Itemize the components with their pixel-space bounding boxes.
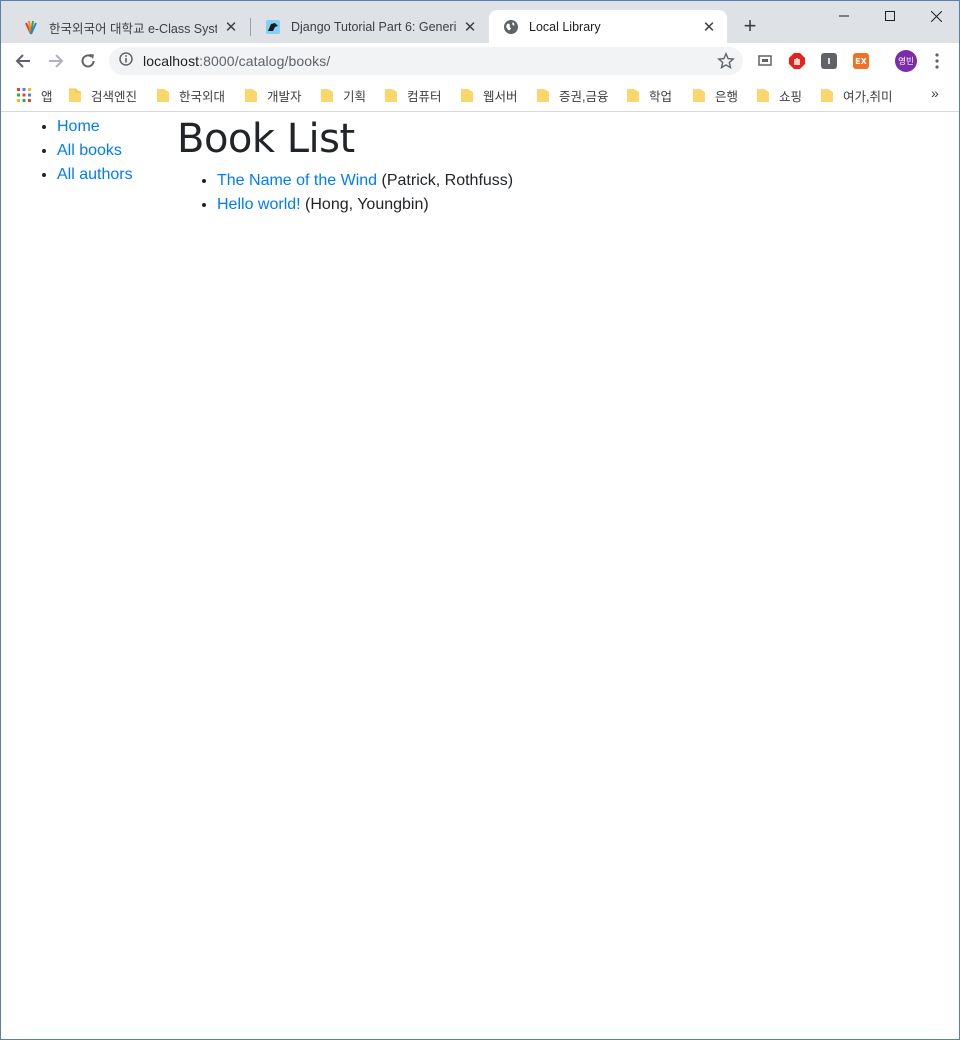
instapaper-icon[interactable]: I: [821, 53, 837, 69]
folder-icon: [385, 89, 397, 102]
bookmark-folder[interactable]: 컴퓨터: [385, 85, 442, 105]
page-title: Book List: [177, 116, 355, 162]
bookmark-folder[interactable]: 쇼핑: [757, 85, 802, 105]
book-author: (Patrick, Rothfuss): [381, 172, 514, 189]
folder-icon: [537, 89, 549, 102]
close-icon[interactable]: ✕: [701, 19, 717, 36]
tab-django-tutorial[interactable]: Django Tutorial Part 6: Generic l ✕: [251, 10, 488, 44]
all-books-link[interactable]: All books: [57, 142, 122, 159]
sidebar-item-all-authors: All authors: [57, 163, 133, 187]
page-content: Home All books All authors Book List The…: [1, 112, 959, 1039]
book-list: The Name of the Wind (Patrick, Rothfuss)…: [197, 169, 513, 217]
list-item: Hello world! (Hong, Youngbin): [217, 193, 513, 217]
menu-dots-icon[interactable]: [929, 51, 945, 71]
reload-icon[interactable]: [74, 47, 102, 75]
folder-icon: [627, 89, 639, 102]
all-authors-link[interactable]: All authors: [57, 166, 133, 183]
book-title-link[interactable]: The Name of the Wind: [217, 172, 377, 189]
browser-toolbar: localhost:8000/catalog/books/ I EX 영빈: [1, 43, 959, 79]
folder-icon: [157, 89, 169, 102]
window-close-icon[interactable]: [913, 1, 959, 31]
folder-icon: [461, 89, 473, 102]
bookmark-folder[interactable]: 증권,금융: [537, 85, 608, 105]
avatar[interactable]: 영빈: [895, 50, 917, 72]
globe-icon: [503, 19, 519, 35]
eclass-logo-icon: [23, 19, 39, 35]
bookmark-label: 앱: [41, 89, 53, 104]
folder-icon: [321, 89, 333, 102]
url-path: :8000/catalog/books/: [199, 53, 331, 69]
bookmarks-overflow-button[interactable]: »: [931, 85, 939, 101]
bookmark-label: 학업: [649, 89, 673, 104]
bookmark-label: 기획: [343, 89, 367, 104]
tab-strip: 한국외국어 대학교 e-Class Syste ✕ Django Tutoria…: [1, 0, 959, 44]
browser-window: 한국외국어 대학교 e-Class Syste ✕ Django Tutoria…: [0, 0, 960, 1040]
bookmark-folder[interactable]: 웹서버: [461, 85, 518, 105]
bookmark-apps[interactable]: 앱: [17, 85, 53, 105]
new-tab-button[interactable]: +: [739, 15, 761, 37]
home-link[interactable]: Home: [57, 118, 100, 135]
tab-local-library[interactable]: Local Library ✕: [489, 10, 727, 44]
bookmark-label: 은행: [715, 89, 739, 104]
folder-icon: [245, 89, 257, 102]
tab-title: 한국외국어 대학교 e-Class Syste: [49, 21, 217, 36]
folder-icon: [821, 89, 833, 102]
address-bar[interactable]: localhost:8000/catalog/books/: [109, 47, 743, 75]
back-arrow-icon[interactable]: [9, 47, 37, 75]
bookmarks-bar: 앱 검색엔진 한국외대 개발자 기획 컴퓨터 웹서버 증권,금융 학업 은행 쇼…: [1, 79, 959, 112]
bookmark-star-icon[interactable]: [717, 52, 735, 70]
minimize-icon[interactable]: [821, 1, 867, 31]
bookmark-folder[interactable]: 여가,취미: [821, 85, 892, 105]
folder-icon: [693, 89, 705, 102]
bookmark-folder[interactable]: 기획: [321, 85, 366, 105]
close-icon[interactable]: ✕: [223, 19, 239, 36]
sidebar-item-home: Home: [57, 115, 133, 139]
info-icon[interactable]: [119, 51, 133, 71]
bookmark-label: 검색엔진: [91, 89, 138, 104]
bookmark-folder[interactable]: 학업: [627, 85, 672, 105]
bookmark-folder[interactable]: 개발자: [245, 85, 302, 105]
bookmark-label: 증권,금융: [559, 89, 609, 104]
maximize-icon[interactable]: [867, 1, 913, 31]
bookmark-folder[interactable]: 검색엔진: [69, 85, 137, 105]
bookmark-label: 컴퓨터: [407, 89, 442, 104]
book-title-link[interactable]: Hello world!: [217, 196, 301, 213]
book-author: (Hong, Youngbin): [305, 196, 429, 213]
sidebar-nav: Home All books All authors: [37, 115, 133, 187]
folder-icon: [69, 88, 81, 102]
folder-icon: [757, 89, 769, 102]
address-url: localhost:8000/catalog/books/: [143, 53, 330, 69]
close-icon[interactable]: ✕: [462, 19, 478, 36]
tab-title: Local Library: [529, 20, 601, 34]
bookmark-label: 웹서버: [483, 89, 518, 104]
bookmark-folder[interactable]: 한국외대: [157, 85, 225, 105]
cast-icon[interactable]: [757, 53, 773, 69]
bookmark-label: 여가,취미: [843, 89, 893, 104]
sidebar-item-all-books: All books: [57, 139, 133, 163]
apps-grid-icon: [17, 88, 31, 102]
adblock-icon[interactable]: [789, 53, 805, 69]
ex-icon[interactable]: EX: [853, 53, 869, 69]
bookmark-label: 쇼핑: [779, 89, 803, 104]
tab-eclass[interactable]: 한국외국어 대학교 e-Class Syste ✕: [9, 10, 249, 44]
bookmark-folder[interactable]: 은행: [693, 85, 738, 105]
list-item: The Name of the Wind (Patrick, Rothfuss): [217, 169, 513, 193]
url-host: localhost: [143, 53, 200, 69]
mdn-dino-icon: [265, 19, 281, 35]
tab-title: Django Tutorial Part 6: Generic l: [291, 20, 456, 34]
forward-arrow-icon[interactable]: [42, 47, 70, 75]
bookmark-label: 개발자: [267, 89, 302, 104]
bookmark-label: 한국외대: [179, 89, 226, 104]
